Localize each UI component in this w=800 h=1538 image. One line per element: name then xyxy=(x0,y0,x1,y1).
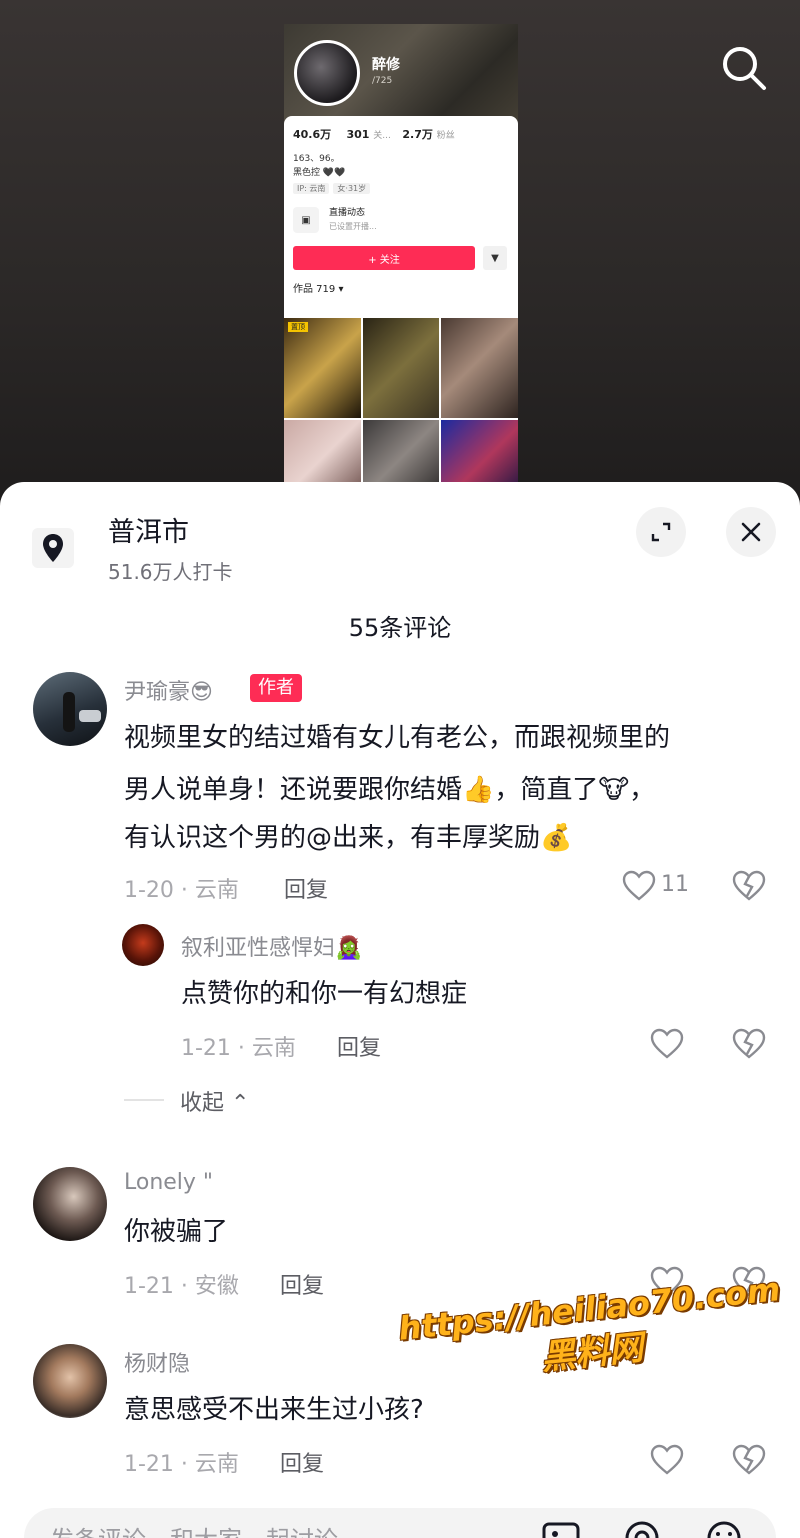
comment-text: 意思感受不出来生过小孩? xyxy=(124,1395,424,1425)
location-checkins: 51.6万人打卡 xyxy=(108,560,233,584)
avatar[interactable] xyxy=(33,672,107,746)
reply-button[interactable]: 回复 xyxy=(280,1268,324,1300)
avatar[interactable] xyxy=(33,1344,107,1418)
profile-avatar xyxy=(294,40,360,106)
author-badge: 作者 xyxy=(250,674,302,702)
comment-text: 有认识这个男的@出来，有丰厚奖励💰 xyxy=(124,823,573,853)
avatar[interactable] xyxy=(122,924,164,966)
profile-name: 醉修 xyxy=(372,57,400,73)
comment-username[interactable]: 杨财隐 xyxy=(124,1346,190,1378)
like-count: 11 xyxy=(661,872,689,897)
video-thumbnail xyxy=(441,318,518,418)
profile-id: /725 xyxy=(372,76,393,86)
close-button[interactable] xyxy=(726,507,776,557)
expand-icon xyxy=(651,522,671,542)
tv-icon: ▣ xyxy=(293,207,319,233)
location-pin-icon[interactable] xyxy=(32,528,74,568)
reply-button[interactable]: 回复 xyxy=(280,1446,324,1478)
followers-count: 2.7万 xyxy=(402,128,433,141)
works-tab: 作品 719 ▾ xyxy=(293,284,344,295)
mention-icon[interactable] xyxy=(622,1520,662,1538)
comment-count-title: 55条评论 xyxy=(348,614,452,642)
avatar[interactable] xyxy=(33,1167,107,1241)
reply-button[interactable]: 回复 xyxy=(284,872,328,904)
comment-username[interactable]: 尹瑜豪😎 xyxy=(124,674,213,706)
comment-text: 点赞你的和你一有幻想症 xyxy=(181,979,468,1009)
reply-button[interactable]: 回复 xyxy=(337,1030,381,1062)
comment-text: 你被骗了 xyxy=(124,1217,229,1247)
profile-tags: IP: 云南 女·31岁 xyxy=(293,183,509,194)
image-icon[interactable] xyxy=(542,1522,580,1538)
profile-stats: 40.6万 301 关... 2.7万 粉丝 xyxy=(293,126,509,142)
age-tag: 女·31岁 xyxy=(333,183,371,194)
heart-icon[interactable] xyxy=(650,1028,684,1060)
comment-username[interactable]: Lonely " xyxy=(124,1170,213,1195)
collapse-divider xyxy=(124,1099,164,1101)
dislike-icon[interactable] xyxy=(732,1444,766,1476)
expand-button[interactable] xyxy=(636,507,686,557)
dislike-icon[interactable] xyxy=(732,870,766,902)
heart-icon[interactable] xyxy=(650,1444,684,1476)
dislike-icon[interactable] xyxy=(732,1028,766,1060)
video-thumbnail: 置顶 xyxy=(284,318,361,418)
close-icon xyxy=(741,522,761,542)
following-count: 301 xyxy=(346,128,370,141)
emoji-icon[interactable] xyxy=(704,1520,744,1538)
comment-text: 男人说单身！还说要跟你结婚👍，简直了🐮， xyxy=(124,775,656,805)
followers-label: 粉丝 xyxy=(436,131,455,141)
comment-text: 视频里女的结过婚有女儿有老公，而跟视频里的 xyxy=(124,723,671,753)
video-thumbnail xyxy=(362,318,440,418)
bio-line: 黑色控 🖤🖤 xyxy=(293,168,346,178)
profile-card: 40.6万 301 关... 2.7万 粉丝 163、96。 黑色控 🖤🖤 IP… xyxy=(284,116,518,326)
works-grid: 置顶 xyxy=(284,318,518,494)
profile-screenshot: 醉修 /725 40.6万 301 关... 2.7万 粉丝 163、96。 黑… xyxy=(284,24,518,494)
live-title: 直播动态 xyxy=(329,208,366,218)
comment-meta: 1-20 · 云南 xyxy=(124,878,239,903)
heart-icon[interactable] xyxy=(650,1266,684,1298)
comment-meta: 1-21 · 安徽 xyxy=(124,1274,239,1299)
comment-input-placeholder: 发条评论，和大家一起讨论 xyxy=(50,1520,338,1538)
comment-input[interactable]: 发条评论，和大家一起讨论 xyxy=(24,1508,776,1538)
bio-line: 163、96。 xyxy=(293,154,340,164)
dislike-icon[interactable] xyxy=(732,1266,766,1298)
ip-tag: IP: 云南 xyxy=(293,183,330,194)
comment-username[interactable]: 叙利亚性感悍妇🧟‍♀️ xyxy=(181,930,362,962)
location-name[interactable]: 普洱市 xyxy=(108,510,189,549)
live-sub: 已设置开播... xyxy=(329,222,377,231)
follow-button: + 关注 xyxy=(293,246,475,270)
comment-meta: 1-21 · 云南 xyxy=(124,1452,239,1477)
heart-icon[interactable] xyxy=(622,870,656,902)
comment-meta: 1-21 · 云南 xyxy=(181,1036,296,1061)
video-player[interactable]: 醉修 /725 40.6万 301 关... 2.7万 粉丝 163、96。 黑… xyxy=(0,0,800,500)
collapse-replies-button[interactable]: 收起 ⌃ xyxy=(180,1085,249,1117)
following-label: 关... xyxy=(373,131,391,141)
live-dynamic: ▣ 直播动态 已设置开播... xyxy=(293,204,509,236)
chevron-down-icon: ▼ xyxy=(483,246,507,270)
pinned-badge: 置顶 xyxy=(288,322,308,332)
profile-bio: 163、96。 黑色控 🖤🖤 xyxy=(293,152,509,180)
search-icon[interactable] xyxy=(718,42,770,94)
likes-count: 40.6万 xyxy=(293,128,332,141)
